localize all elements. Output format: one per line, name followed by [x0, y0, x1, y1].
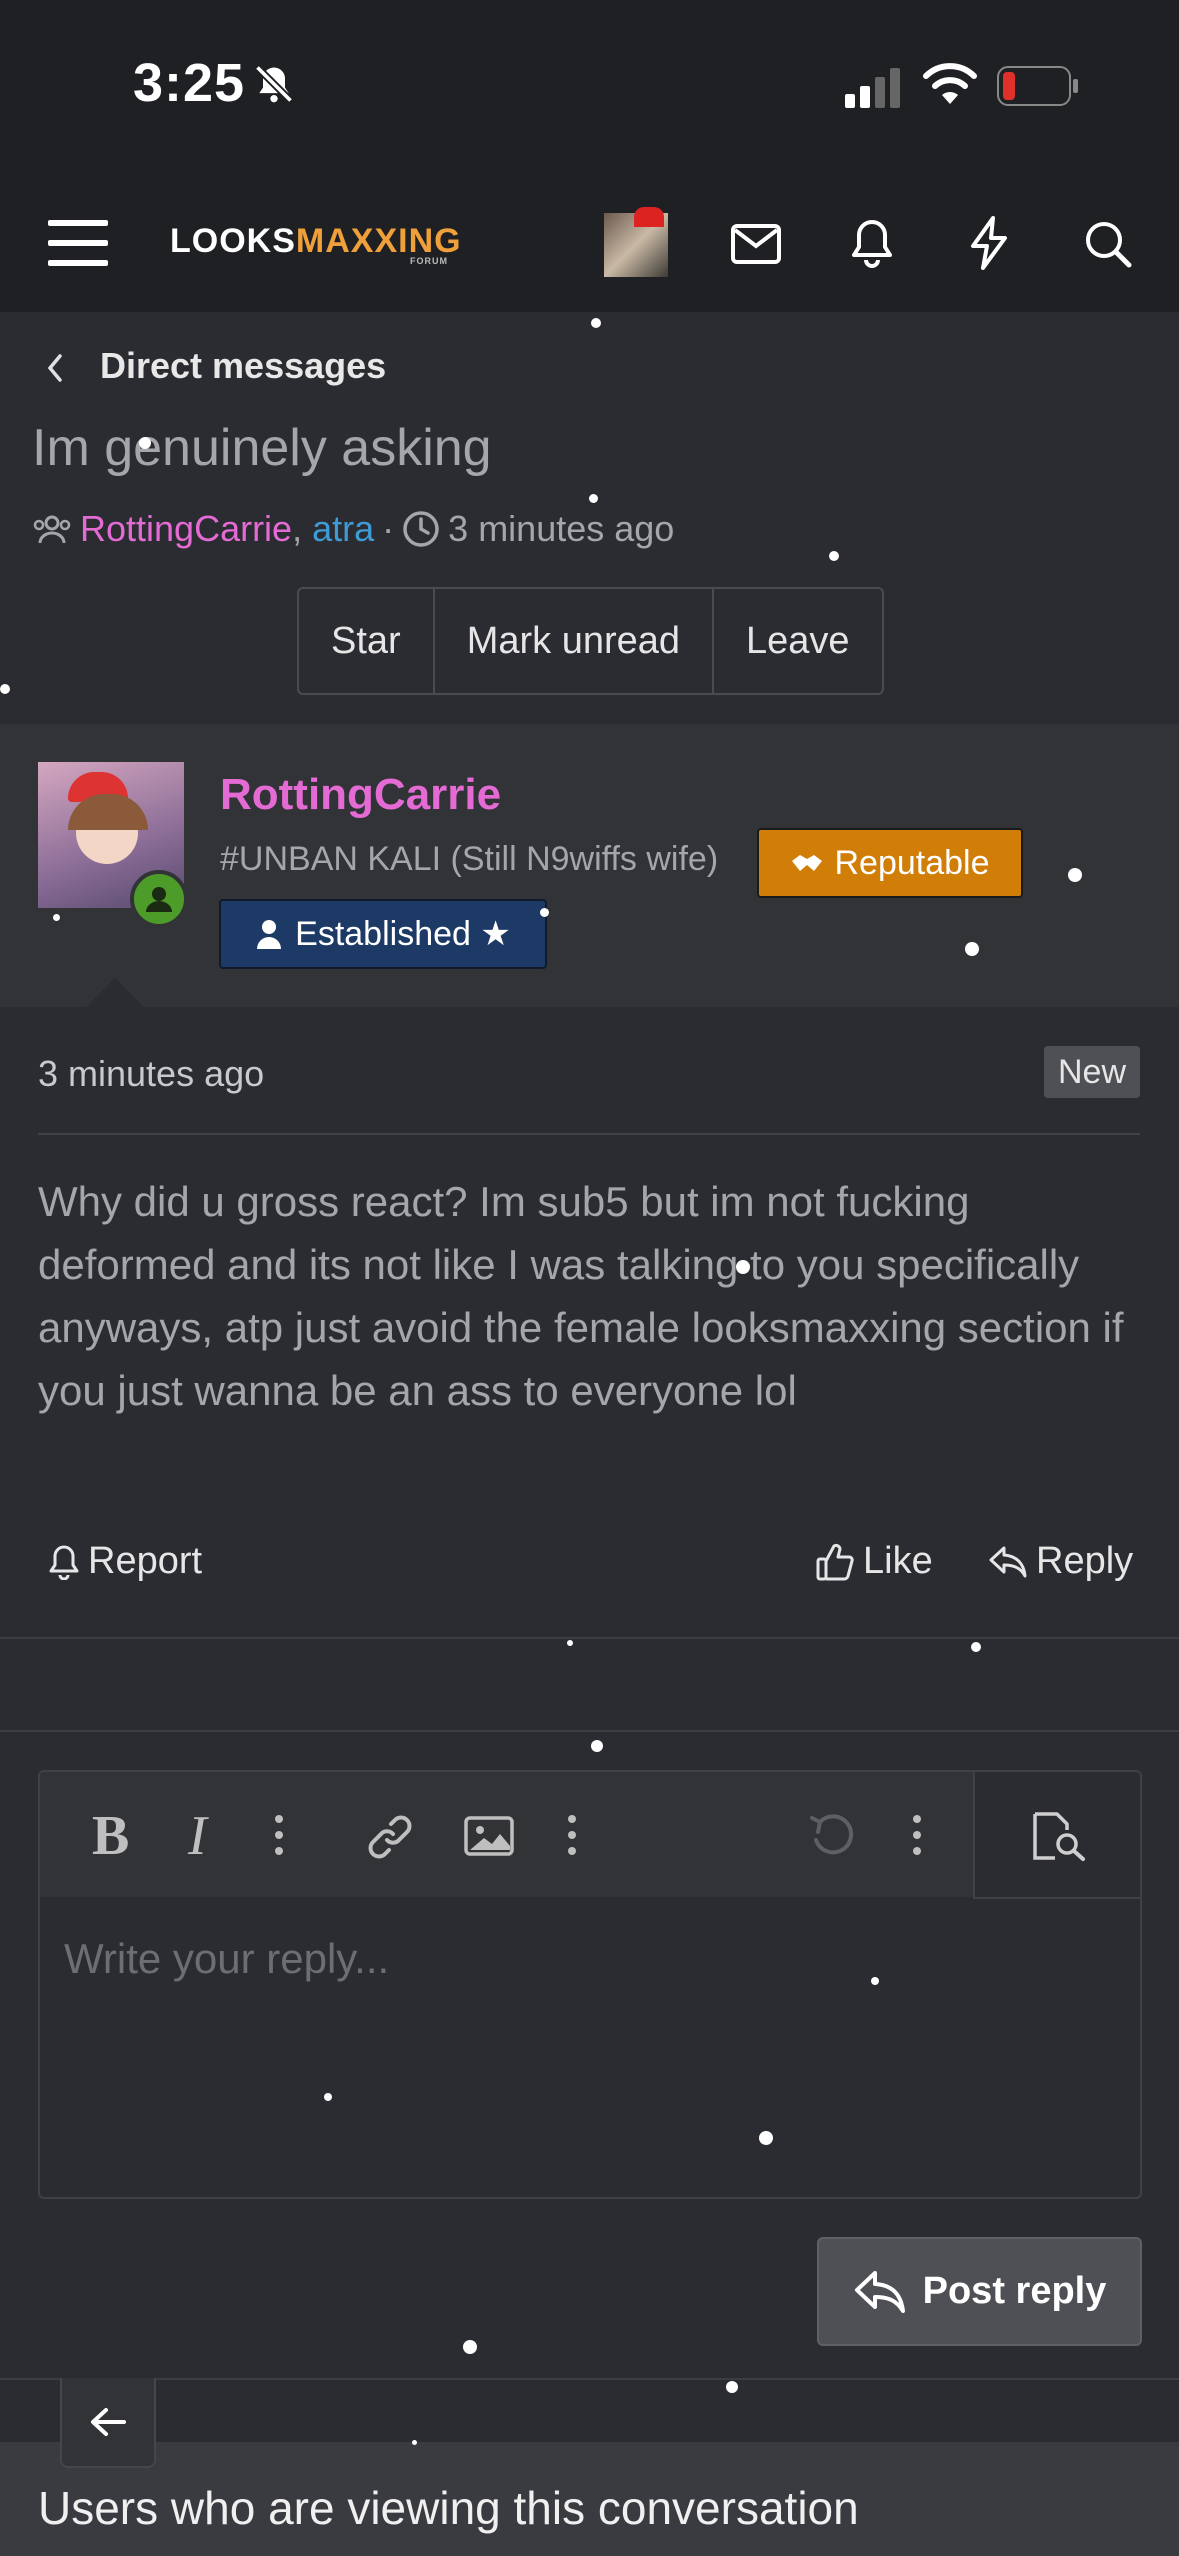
italic-icon[interactable]: I: [188, 1808, 207, 1864]
snowflake: [965, 942, 979, 956]
more-options-icon[interactable]: [274, 1814, 284, 1856]
snowflake: [736, 1260, 750, 1274]
dot-separator: ·: [382, 508, 395, 549]
snowflake: [871, 1977, 879, 1985]
wifi-icon: [922, 62, 978, 106]
new-badge: New: [1044, 1046, 1140, 1098]
link-icon[interactable]: [365, 1812, 415, 1862]
snowflake: [829, 551, 839, 561]
divider: [0, 1730, 1179, 1732]
message-username[interactable]: RottingCarrie: [220, 770, 501, 820]
silent-bell-icon: [252, 62, 296, 106]
snowflake: [567, 1640, 573, 1646]
online-status-icon: [130, 870, 188, 928]
reply-icon: [988, 1544, 1028, 1580]
established-badge: Established ★: [219, 899, 547, 969]
handshake-icon: [790, 851, 824, 875]
user-title: #UNBAN KALI (Still N9wiffs wife): [220, 840, 719, 878]
snowflake: [971, 1642, 981, 1652]
viewers-heading: Users who are viewing this conversation: [38, 2482, 859, 2534]
page-title: Im genuinely asking: [32, 419, 492, 477]
participant-link[interactable]: RottingCarrie: [80, 508, 292, 549]
reply-icon: [853, 2269, 907, 2315]
snowflake: [589, 494, 598, 503]
breadcrumb[interactable]: Direct messages: [100, 345, 386, 387]
like-button[interactable]: Like: [815, 1540, 933, 1583]
message-time[interactable]: 3 minutes ago: [38, 1053, 264, 1095]
conversation-started-time: 3 minutes ago: [448, 508, 675, 549]
message-text: Why did u gross react? Im sub5 but im no…: [38, 1178, 1124, 1414]
snowflake: [0, 684, 10, 694]
image-icon[interactable]: [464, 1816, 514, 1856]
chevron-left-icon[interactable]: [44, 352, 66, 384]
participant-link[interactable]: atra: [312, 508, 374, 549]
more-options-icon[interactable]: [567, 1814, 577, 1856]
mark-unread-button[interactable]: Mark unread: [435, 589, 715, 693]
snowflake: [324, 2093, 332, 2101]
leave-button[interactable]: Leave: [714, 589, 882, 693]
snowflake: [591, 1740, 603, 1752]
divider: [38, 1133, 1140, 1135]
bell-icon: [48, 1544, 80, 1580]
reply-input[interactable]: Write your reply...: [64, 1935, 389, 1983]
search-icon[interactable]: [1084, 220, 1132, 268]
participants-line: RottingCarrie, atra · 3 minutes ago: [32, 508, 674, 550]
snowflake: [412, 2440, 417, 2445]
back-button[interactable]: [60, 2378, 156, 2468]
post-reply-button[interactable]: Post reply: [817, 2237, 1142, 2346]
users-icon: [32, 513, 72, 545]
bell-icon[interactable]: [850, 218, 894, 268]
message-pointer: [85, 978, 145, 1008]
thumbs-up-icon: [815, 1542, 855, 1582]
avatar[interactable]: [604, 207, 668, 277]
reputable-badge: Reputable: [757, 828, 1023, 898]
status-time: 3:25: [133, 53, 246, 113]
reply-editor: B I: [38, 1770, 1142, 2199]
divider: [0, 2378, 1179, 2380]
reply-button[interactable]: Reply: [988, 1540, 1133, 1583]
snowflake: [1068, 868, 1082, 882]
snowflake: [591, 318, 601, 328]
santa-hat-icon: [634, 207, 664, 227]
divider: [0, 1637, 1179, 1639]
user-icon: [255, 919, 283, 949]
more-options-icon[interactable]: [912, 1814, 922, 1856]
battery-icon: [997, 66, 1079, 106]
snowflake: [726, 2381, 738, 2393]
undo-icon[interactable]: [808, 1812, 856, 1860]
bold-icon[interactable]: B: [92, 1808, 129, 1864]
logo-subtitle: FORUM: [410, 256, 448, 266]
report-button[interactable]: Report: [48, 1540, 202, 1583]
preview-button[interactable]: [973, 1772, 1140, 1899]
conversation-actions: Star Mark unread Leave: [297, 587, 884, 695]
arrow-left-icon: [88, 2406, 128, 2438]
snowflake: [540, 908, 549, 917]
mail-icon[interactable]: [731, 222, 781, 266]
snowflake: [139, 437, 151, 449]
bolt-icon[interactable]: [969, 216, 1009, 270]
preview-icon: [1031, 1810, 1087, 1862]
snowflake: [759, 2131, 773, 2145]
star-button[interactable]: Star: [299, 589, 435, 693]
menu-icon[interactable]: [48, 218, 108, 268]
clock-icon: [402, 510, 440, 548]
signal-icon: [845, 68, 903, 108]
snowflake: [53, 914, 60, 921]
snowflake: [463, 2340, 477, 2354]
